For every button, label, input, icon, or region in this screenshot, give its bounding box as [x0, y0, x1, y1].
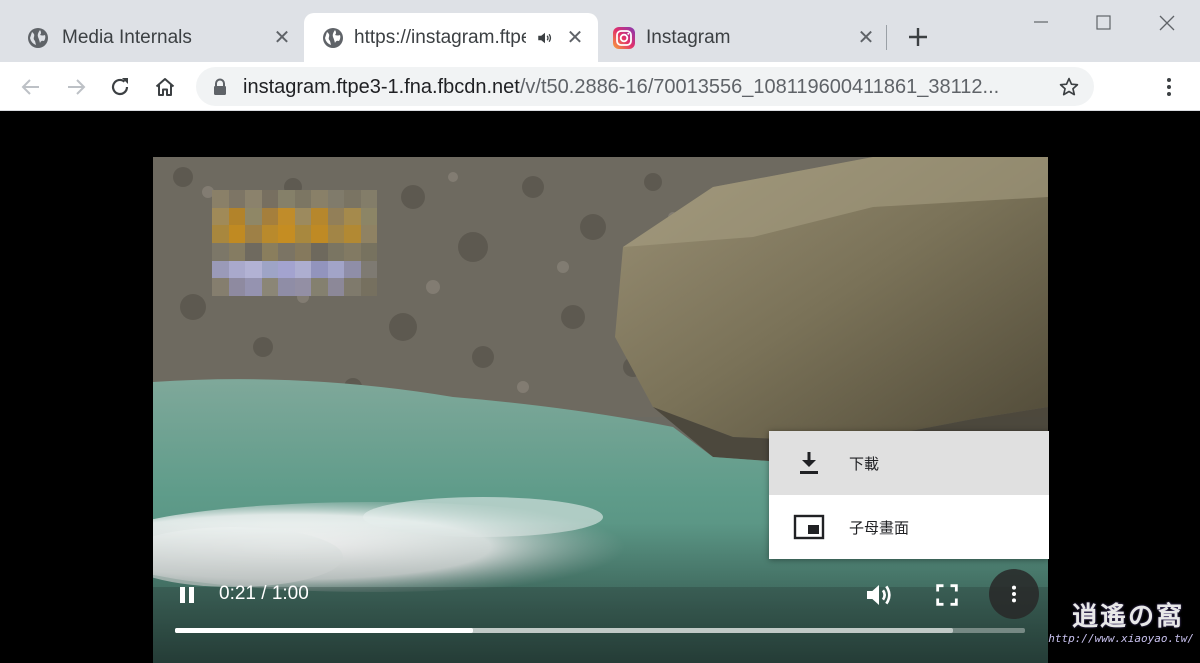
maximize-icon[interactable]: [1088, 8, 1118, 38]
fullscreen-icon[interactable]: [933, 581, 961, 609]
arrow-right-icon: [68, 79, 86, 95]
close-tab-icon[interactable]: ✕: [564, 26, 586, 49]
browser-toolbar: instagram.ftpe3-1.fna.fbcdn.net/v/t50.28…: [0, 62, 1200, 111]
pause-icon: [180, 587, 194, 603]
browser-menu-button[interactable]: [1156, 72, 1182, 102]
tab-instagram[interactable]: Instagram ✕: [598, 13, 886, 62]
bookmark-star-icon[interactable]: [1058, 76, 1080, 98]
watermark-url: http://www.xiaoyao.tw/: [1048, 632, 1194, 645]
duration: 1:00: [271, 583, 309, 604]
tab-instagram-video[interactable]: https://instagram.ftpe ✕: [304, 13, 598, 62]
tab-separator: [886, 25, 887, 50]
home-button[interactable]: [150, 72, 180, 102]
url-host: instagram.ftpe3-1.fna.fbcdn.net: [243, 76, 520, 98]
tab-title: Instagram: [646, 27, 731, 48]
url-text[interactable]: instagram.ftpe3-1.fna.fbcdn.net/v/t50.28…: [243, 76, 1043, 99]
tab-title: Media Internals: [62, 27, 192, 48]
tab-title: https://instagram.ftpe: [354, 27, 526, 48]
seek-bar-progress: [175, 628, 473, 633]
time-display: 0:21 / 1:00: [219, 583, 309, 605]
menu-item-label: 子母畫面: [849, 519, 910, 537]
pause-button[interactable]: [173, 581, 201, 609]
instagram-icon: [613, 27, 635, 49]
reload-button[interactable]: [105, 72, 135, 102]
close-tab-icon[interactable]: ✕: [271, 26, 293, 49]
home-icon: [155, 78, 175, 96]
more-vert-icon: [1011, 585, 1017, 603]
back-button[interactable]: [16, 72, 46, 102]
tab-strip: Media Internals ✕ https://instagram.ftpe…: [0, 0, 1200, 62]
seek-bar[interactable]: [175, 628, 1025, 633]
arrow-left-icon: [21, 79, 39, 95]
reload-icon: [111, 78, 129, 96]
address-bar[interactable]: instagram.ftpe3-1.fna.fbcdn.net/v/t50.28…: [196, 67, 1094, 106]
video-options-menu: 下載 子母畫面: [769, 431, 1049, 559]
globe-icon: [323, 28, 343, 48]
video-player[interactable]: 0:21 / 1:00: [153, 157, 1048, 663]
minimize-icon[interactable]: [1026, 8, 1056, 38]
current-time: 0:21: [219, 583, 256, 604]
watermark-logo-text: 逍遙の窩: [1071, 602, 1184, 632]
forward-button[interactable]: [61, 72, 91, 102]
picture-in-picture-icon: [793, 514, 825, 540]
menu-item-label: 下載: [849, 455, 880, 473]
new-tab-icon[interactable]: [904, 23, 932, 51]
volume-icon[interactable]: [863, 579, 895, 611]
menu-item-download[interactable]: 下載: [769, 431, 1049, 495]
download-icon: [800, 452, 818, 474]
lock-icon[interactable]: [212, 78, 228, 96]
time-separator: /: [255, 583, 272, 604]
more-vert-icon: [1167, 78, 1171, 96]
site-watermark: 逍遙の窩 http://www.xiaoyao.tw/: [1048, 596, 1198, 656]
menu-item-picture-in-picture[interactable]: 子母畫面: [769, 495, 1049, 559]
url-path: /v/t50.2886-16/70013556_108119600411861_…: [519, 76, 1000, 98]
close-tab-icon[interactable]: ✕: [855, 26, 877, 49]
mosaic-blur-region: [212, 190, 377, 296]
window-close-icon[interactable]: [1152, 8, 1182, 38]
video-more-options-button[interactable]: [989, 569, 1039, 619]
speaker-icon[interactable]: [536, 29, 554, 47]
tab-media-internals[interactable]: Media Internals ✕: [0, 13, 304, 62]
globe-icon: [28, 28, 48, 48]
